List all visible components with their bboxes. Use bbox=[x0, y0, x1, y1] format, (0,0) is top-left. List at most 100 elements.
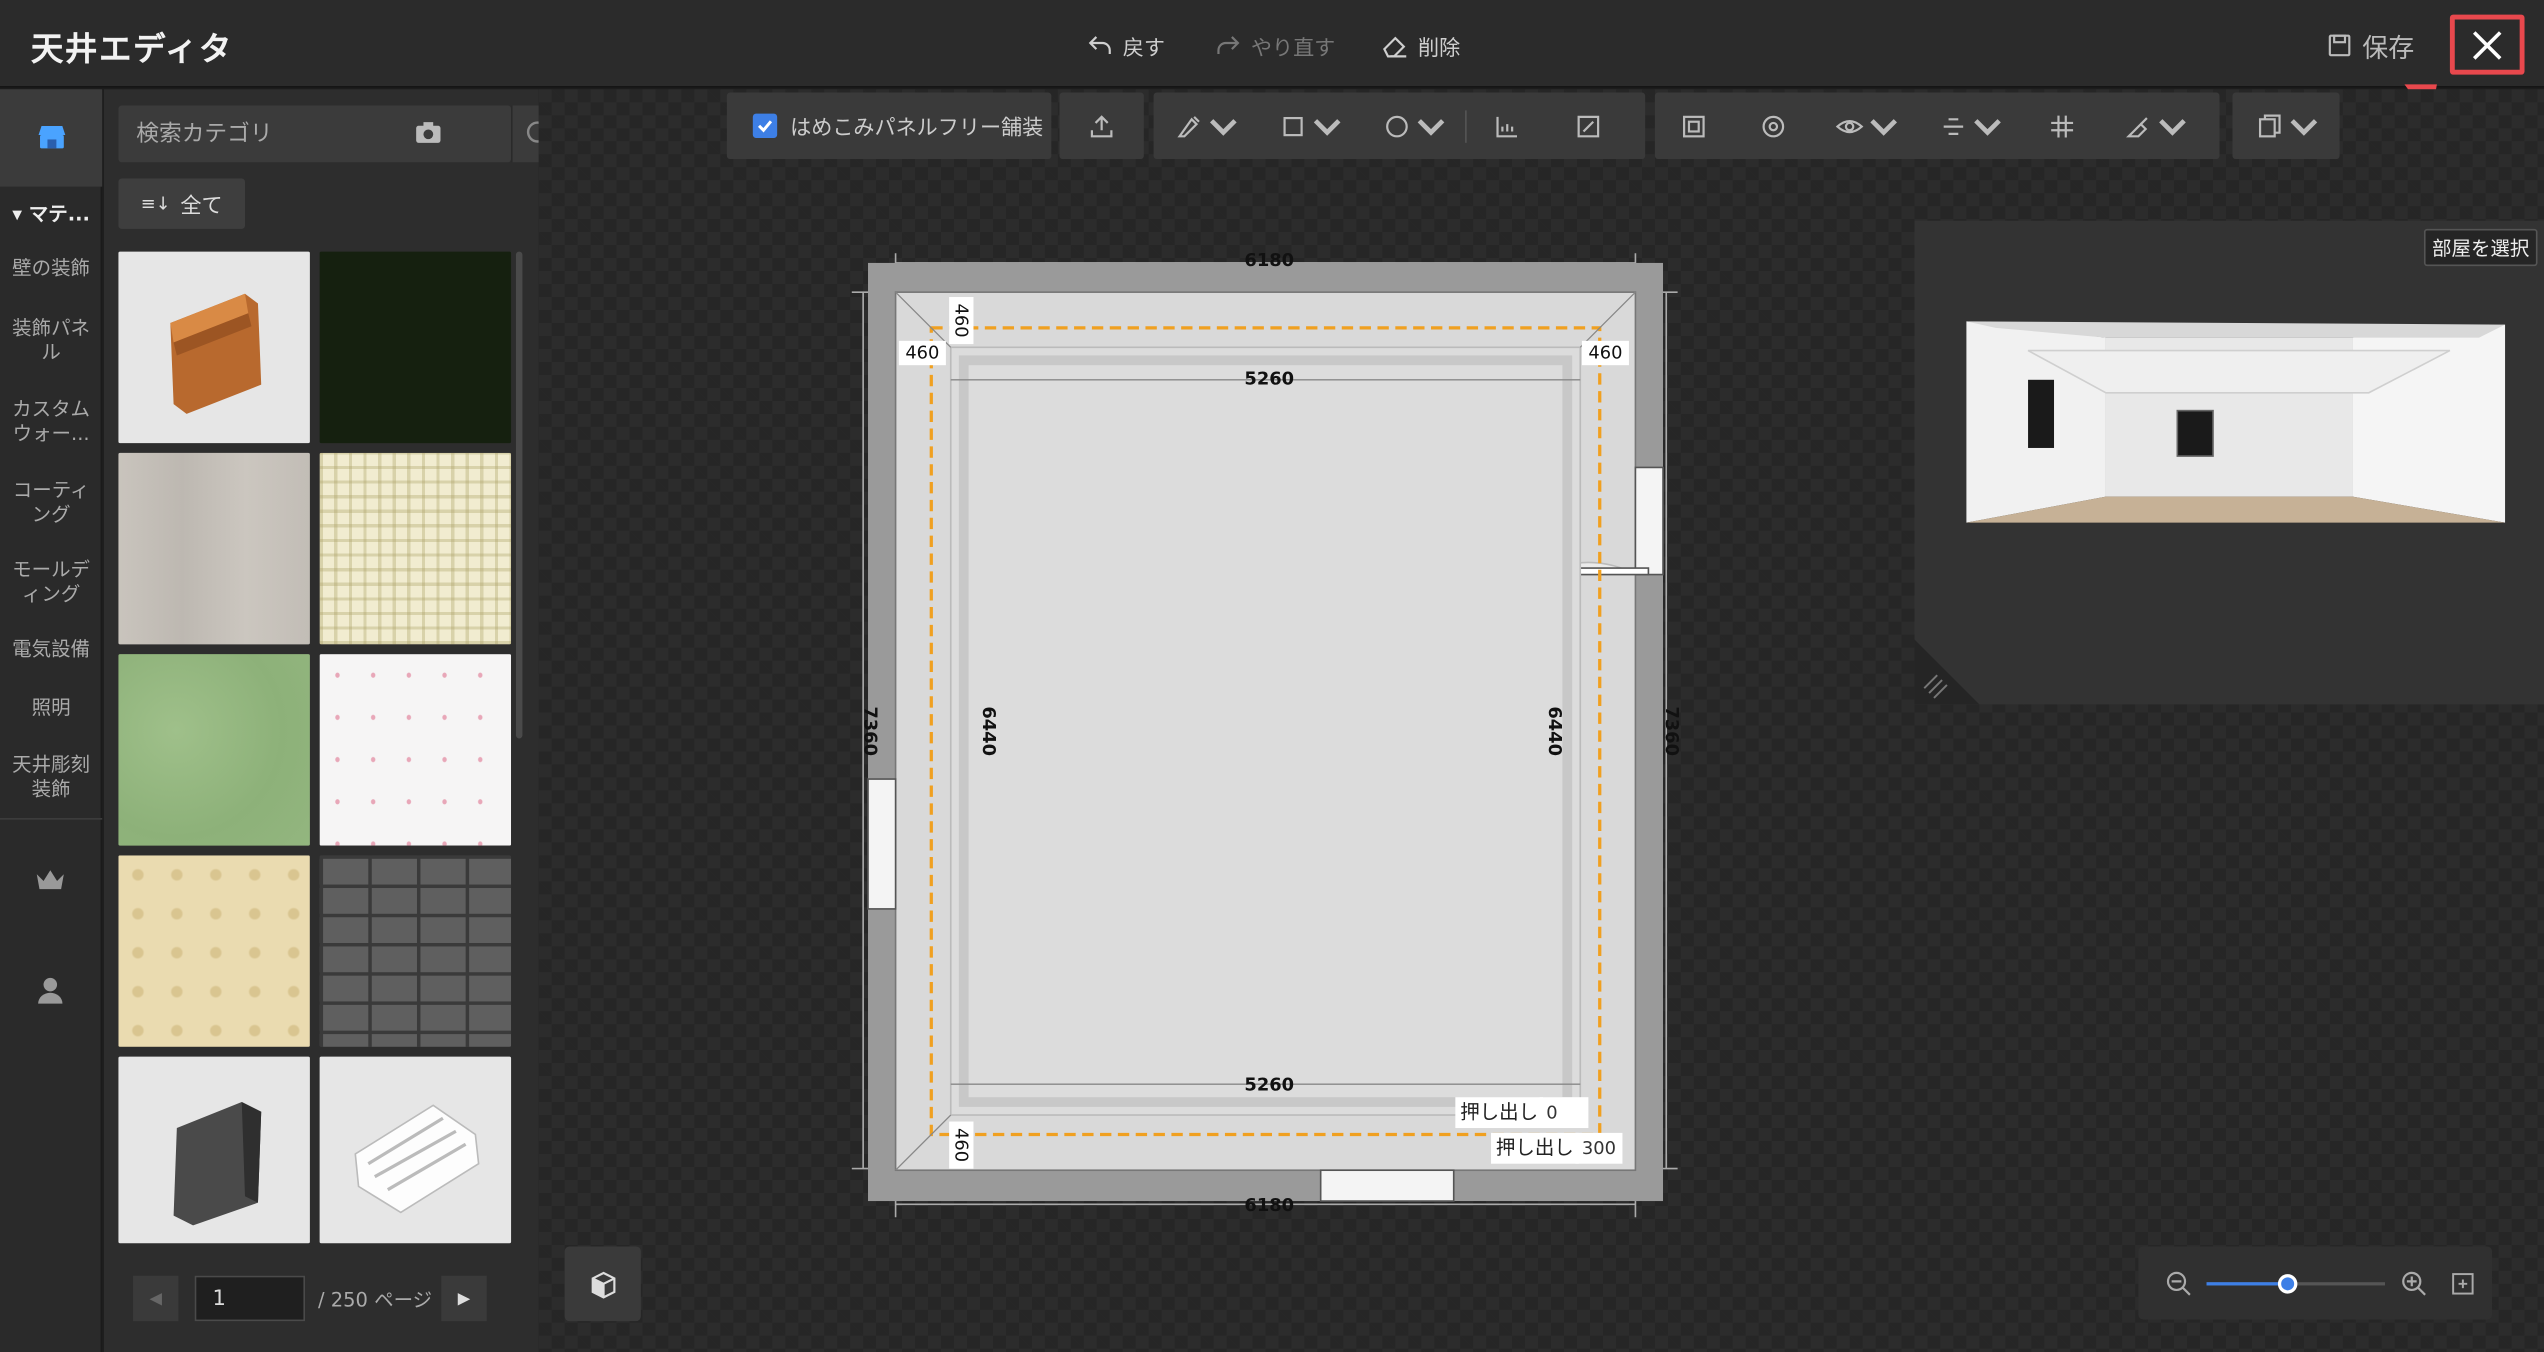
rail-item-wall-decoration[interactable]: 壁の装飾 bbox=[0, 256, 102, 280]
zoom-out-icon[interactable] bbox=[2164, 1269, 2193, 1298]
check-icon bbox=[757, 120, 773, 133]
spiral-tool[interactable] bbox=[1733, 93, 1814, 160]
filter-all-button[interactable]: ≡↓ 全て bbox=[118, 178, 245, 229]
seamless-checkbox[interactable] bbox=[752, 113, 778, 138]
align-tool[interactable] bbox=[1918, 93, 2022, 160]
material-thumb-plaid[interactable] bbox=[319, 452, 512, 645]
fit-view-icon[interactable] bbox=[2450, 1271, 2476, 1297]
user-icon[interactable] bbox=[34, 974, 66, 1013]
next-page-button[interactable]: ▶ bbox=[441, 1275, 487, 1322]
draw-line-tool[interactable] bbox=[1154, 93, 1258, 160]
toolbar-group-upload bbox=[1059, 92, 1144, 160]
paint-tool[interactable] bbox=[2103, 93, 2207, 160]
upload-button[interactable] bbox=[1059, 93, 1143, 160]
resize-handle-icon[interactable] bbox=[1914, 639, 1980, 705]
3d-preview-panel[interactable]: 部屋を選択 bbox=[1914, 220, 2544, 705]
dim-offset-left: 460 bbox=[898, 340, 946, 366]
save-icon bbox=[2328, 34, 2351, 57]
app-title: 天井エディタ bbox=[30, 29, 233, 69]
redo-button[interactable]: やり直す bbox=[1214, 28, 1335, 64]
store-icon bbox=[37, 126, 65, 149]
category-rail: ▾ マテ... 壁の装飾 装飾パネル カスタムウォー... コーティング モール… bbox=[0, 89, 103, 1352]
crown-icon[interactable] bbox=[34, 865, 66, 901]
material-thumb-stone-wall[interactable] bbox=[319, 855, 512, 1047]
page-number-input[interactable] bbox=[194, 1275, 306, 1322]
cube-icon bbox=[590, 1271, 615, 1299]
spiral-icon bbox=[1762, 114, 1785, 137]
header-bar: 天井エディタ 戻す やり直す 削除 保存 bbox=[0, 0, 2544, 88]
undo-icon bbox=[1088, 36, 1111, 54]
ceiling-inner-panel[interactable] bbox=[949, 346, 1582, 1116]
toolbar-group-view bbox=[1654, 92, 2220, 160]
delete-button[interactable]: 削除 bbox=[1381, 28, 1461, 64]
chevron-down-icon bbox=[1869, 118, 1897, 135]
ruler-tool[interactable] bbox=[1467, 93, 1548, 160]
extrude-outer-input[interactable]: 300 bbox=[1575, 1132, 1623, 1164]
draw-circle-tool[interactable] bbox=[1361, 93, 1465, 160]
view-3d-button[interactable] bbox=[564, 1246, 641, 1322]
pagination: ◀ / 250 ページ ▶ bbox=[104, 1271, 539, 1326]
search-box bbox=[118, 105, 512, 163]
dim-inner-top: 5260 bbox=[1244, 368, 1295, 390]
material-thumb-green-texture[interactable] bbox=[118, 654, 310, 846]
delete-label: 削除 bbox=[1418, 36, 1461, 61]
rail-divider bbox=[0, 818, 103, 820]
rectangle-icon bbox=[1282, 116, 1302, 136]
search-input[interactable] bbox=[118, 105, 411, 163]
sort-icon: ≡↓ bbox=[140, 193, 171, 215]
select-area-tool[interactable] bbox=[1655, 93, 1733, 160]
rail-material-label: マテ... bbox=[28, 202, 90, 226]
chevron-down-icon bbox=[1416, 118, 1444, 135]
zoom-slider-handle[interactable] bbox=[2277, 1274, 2297, 1294]
grid-tool[interactable] bbox=[2022, 93, 2103, 160]
room-select-button[interactable]: 部屋を選択 bbox=[2423, 228, 2538, 267]
chevron-down-icon bbox=[1973, 118, 2001, 135]
draw-rect-tool[interactable] bbox=[1257, 93, 1361, 160]
copy-tool[interactable] bbox=[2232, 93, 2339, 160]
material-thumb-crown-molding[interactable] bbox=[319, 1056, 512, 1244]
material-thumb-dark-green[interactable] bbox=[319, 251, 512, 444]
save-button[interactable]: 保存 bbox=[2327, 26, 2414, 65]
rail-item-lighting[interactable]: 照明 bbox=[0, 696, 102, 720]
circle-icon bbox=[1385, 114, 1407, 137]
visibility-tool[interactable] bbox=[1814, 93, 1918, 160]
dim-outer-top: 6180 bbox=[1244, 249, 1295, 272]
zoom-slider-fill bbox=[2206, 1282, 2287, 1286]
material-thumb-white-floral[interactable] bbox=[319, 654, 512, 846]
select-frame-icon bbox=[1683, 114, 1705, 137]
zoom-slider-track[interactable] bbox=[2206, 1274, 2386, 1294]
catalog-scrollbar[interactable] bbox=[515, 251, 523, 739]
page-total-label: / 250 ページ bbox=[318, 1288, 433, 1312]
rail-item-custom-wall[interactable]: カスタムウォー... bbox=[0, 398, 102, 447]
rail-item-electrical[interactable]: 電気設備 bbox=[0, 638, 102, 662]
window-bottom bbox=[1319, 1169, 1455, 1202]
material-thumb-grey-baseboard[interactable] bbox=[118, 1056, 310, 1244]
material-thumb-damask[interactable] bbox=[118, 855, 310, 1047]
rail-material-section[interactable]: ▾ マテ... bbox=[0, 203, 102, 227]
plan-canvas[interactable]: はめこみパネルフリー舗装 6180 6180 7360 7360 5260 52… bbox=[538, 89, 2544, 1352]
edit-area-tool[interactable] bbox=[1548, 93, 1629, 160]
prev-page-button[interactable]: ◀ bbox=[133, 1275, 179, 1322]
rail-item-ceiling-carving[interactable]: 天井彫刻装飾 bbox=[0, 753, 102, 802]
chevron-down-icon bbox=[2158, 118, 2185, 135]
rail-material-tab[interactable] bbox=[0, 89, 103, 187]
undo-button[interactable]: 戻す bbox=[1085, 28, 1165, 64]
rail-item-decor-panel[interactable]: 装飾パネル bbox=[0, 316, 102, 365]
material-catalog: ≡↓ 全て ◀ / 250 ページ ▶ bbox=[103, 89, 567, 1352]
zoom-controls bbox=[2138, 1246, 2493, 1320]
seamless-option[interactable]: はめこみパネルフリー舗装 bbox=[726, 92, 1052, 160]
rail-item-molding[interactable]: モールディング bbox=[0, 558, 102, 607]
camera-icon[interactable] bbox=[414, 118, 443, 154]
pen-line-icon bbox=[1176, 115, 1199, 137]
zoom-in-icon[interactable] bbox=[2400, 1269, 2429, 1298]
toolbar-group-copy bbox=[2232, 92, 2340, 160]
material-thumb-grey-fabric[interactable] bbox=[118, 452, 310, 645]
grid-icon bbox=[2051, 114, 2074, 137]
extrude-outer-label: 押し出し bbox=[1491, 1132, 1579, 1164]
dim-offset-bottom: 460 bbox=[949, 1121, 974, 1169]
rail-item-coating[interactable]: コーティング bbox=[0, 479, 102, 528]
edit-frame-icon bbox=[1577, 114, 1600, 137]
filter-all-label: 全て bbox=[180, 194, 223, 220]
extrude-inner-input[interactable]: 0 bbox=[1539, 1097, 1589, 1129]
material-thumb-wood-molding[interactable] bbox=[118, 251, 310, 444]
